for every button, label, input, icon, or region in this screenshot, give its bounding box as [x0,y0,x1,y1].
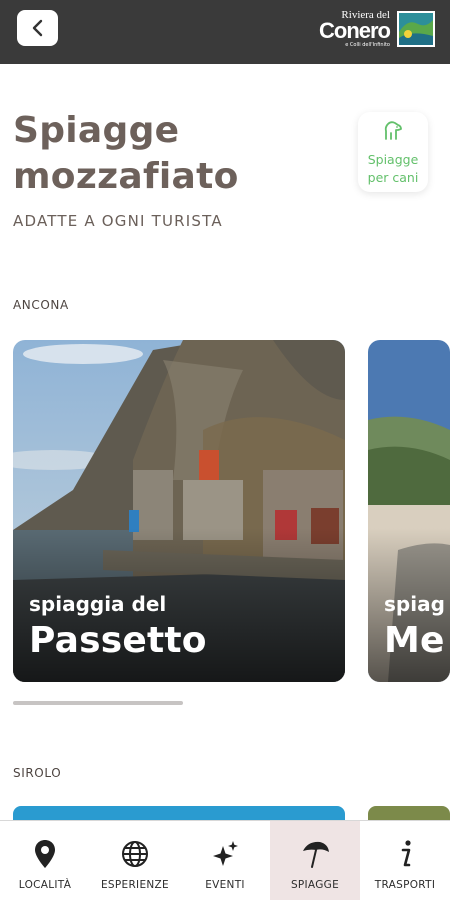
nav-label: SPIAGGE [290,879,340,891]
info-icon [390,839,420,869]
nav-label: EVENTI [205,879,245,891]
carousel-scroll-indicator [13,701,183,705]
card-title-big: Passetto [29,620,207,661]
section-label-ancona: ANCONA [13,298,69,312]
nav-item-spiagge[interactable]: SPIAGGE [270,821,360,900]
bottom-navigation: LOCALITÀ ESPERIENZE EVENTI SPIAGGE TRASP… [0,820,450,900]
nav-item-esperienze[interactable]: ESPERIENZE [90,821,180,900]
card-title-small: spiag [384,592,445,616]
section-label-sirolo: SIROLO [13,766,62,780]
top-bar: Riviera del Conero e Colli dell'Infinito [0,0,450,64]
map-pin-icon [30,839,60,869]
globe-icon [120,839,150,869]
chevron-left-icon [32,19,42,37]
nav-label: ESPERIENZE [101,879,169,891]
beach-card-second[interactable]: spiag Me [368,340,450,682]
page-title: Spiagge mozzafiato [13,108,333,200]
page-title-line2: mozzafiato [13,156,239,197]
dog-beaches-button[interactable]: Spiagge per cani [358,112,428,192]
nav-label: TRASPORTI [374,879,436,891]
page-title-line1: Spiagge [13,110,180,151]
logo-mark-icon [397,11,435,47]
logo-line3: e Colli dell'Infinito [345,42,390,48]
logo-line2: Conero [319,18,391,43]
beach-card-passetto[interactable]: spiaggia del Passetto [13,340,345,682]
card-title-small: spiaggia del [29,592,167,616]
card-title-big: Me [384,620,445,661]
app-logo: Riviera del Conero e Colli dell'Infinito [312,6,436,52]
dog-beaches-label: Spiagge per cani [367,152,419,185]
dog-icon [384,121,402,140]
nav-item-trasporti[interactable]: TRASPORTI [360,821,450,900]
sparkles-icon [210,839,240,869]
nav-item-eventi[interactable]: EVENTI [180,821,270,900]
nav-item-localita[interactable]: LOCALITÀ [0,821,90,900]
umbrella-icon [300,839,330,869]
nav-label: LOCALITÀ [18,879,72,891]
page-subtitle: ADATTE A OGNI TURISTA [13,212,223,230]
back-button[interactable] [17,10,58,46]
